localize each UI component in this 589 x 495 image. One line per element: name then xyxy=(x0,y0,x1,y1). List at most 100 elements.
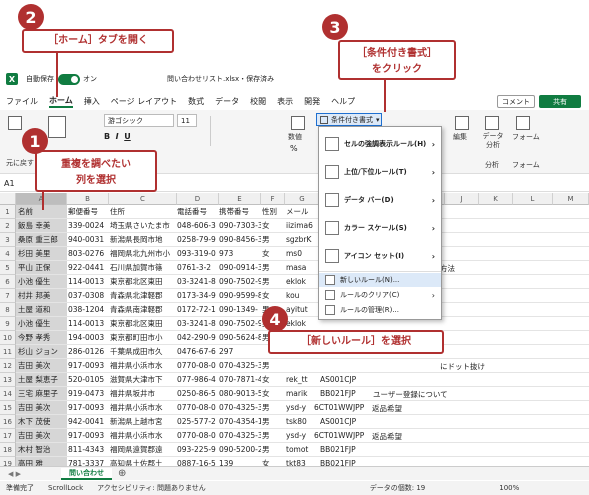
cell-c[interactable]: 福井県坂井市 xyxy=(110,387,176,400)
cell-a[interactable]: 杉田 美里 xyxy=(18,247,66,260)
share-button[interactable]: 共有 xyxy=(539,95,581,108)
cell-e[interactable]: 070-4325-3 xyxy=(219,401,261,414)
undo-icon[interactable] xyxy=(8,116,22,130)
col-header-j[interactable]: J xyxy=(445,193,479,205)
tab-file[interactable]: ファイル xyxy=(6,96,38,107)
col-header-d[interactable]: D xyxy=(177,193,219,205)
cell-b[interactable]: 037-0308 xyxy=(68,289,110,302)
cell-f[interactable]: 男 xyxy=(262,429,284,442)
tab-developer[interactable]: 開発 xyxy=(304,96,320,107)
cell-f[interactable]: 男 xyxy=(262,359,284,372)
row-header[interactable]: 15 xyxy=(0,401,16,415)
cell-f[interactable]: 性別 xyxy=(262,205,284,218)
cell-a[interactable]: 桑原 重三郎 xyxy=(18,233,66,246)
cell-c[interactable]: 千葉県成田市久 xyxy=(110,345,176,358)
row-header[interactable]: 13 xyxy=(0,373,16,387)
cell-f[interactable]: 女 xyxy=(262,373,284,386)
cell-b[interactable]: 194-0003 xyxy=(68,331,110,344)
corner-cell[interactable] xyxy=(0,193,16,205)
cell-c[interactable]: 新潟県長岡市地 xyxy=(110,233,176,246)
col-header-f[interactable]: F xyxy=(261,193,285,205)
row-header[interactable]: 3 xyxy=(0,233,16,247)
cell-e[interactable]: 090-1349- xyxy=(219,303,261,316)
cell-e[interactable]: 090-0914-3 xyxy=(219,261,261,274)
cell-a[interactable]: 村井 邦美 xyxy=(18,289,66,302)
tab-insert[interactable]: 挿入 xyxy=(84,96,100,107)
cell-d[interactable]: 0770-08-0 xyxy=(177,359,219,372)
cell-c[interactable]: 新潟県上越市宮 xyxy=(110,415,176,428)
cell-c[interactable]: 福井県小浜市水 xyxy=(110,429,176,442)
menu-item-data-bars[interactable]: データ バー(D) › xyxy=(319,189,441,211)
cell-e[interactable]: 297 xyxy=(219,345,261,358)
menu-item-manage-rules[interactable]: ルールの管理(R)... xyxy=(319,303,441,317)
cell-a[interactable]: 吉田 美次 xyxy=(18,359,66,372)
cell-b[interactable]: 917-0093 xyxy=(68,429,110,442)
cell-b[interactable]: 郵便番号 xyxy=(68,205,110,218)
percent-icon[interactable] xyxy=(291,116,305,130)
cell-a[interactable]: 吉田 美次 xyxy=(18,429,66,442)
cell-c[interactable]: 東京都町田市小 xyxy=(110,331,176,344)
form-icon[interactable] xyxy=(516,116,530,130)
cell-e[interactable]: 090-5624-8 xyxy=(219,331,261,344)
cell-b[interactable]: 942-0041 xyxy=(68,415,110,428)
cell-d[interactable]: 0250-86-5 xyxy=(177,387,219,400)
cell-e[interactable]: 973 xyxy=(219,247,261,260)
cell-f[interactable]: 男 xyxy=(262,443,284,456)
cell-b[interactable]: 114-0013 xyxy=(68,317,110,330)
col-header-k[interactable]: K xyxy=(479,193,513,205)
cell-d[interactable]: 093-225-9 xyxy=(177,443,219,456)
cell-e[interactable]: 携帯番号 xyxy=(219,205,261,218)
cell-f[interactable]: 男 xyxy=(262,275,284,288)
status-accessibility[interactable]: アクセシビリティ: 問題ありません xyxy=(97,483,206,493)
row-header[interactable]: 11 xyxy=(0,345,16,359)
cell-b[interactable]: 803-0276 xyxy=(68,247,110,260)
cell-d[interactable]: 0476-67-6 xyxy=(177,345,219,358)
cell-a[interactable]: 小池 優生 xyxy=(18,317,66,330)
cell-e[interactable]: 070-4354-1 xyxy=(219,415,261,428)
paste-icon[interactable] xyxy=(48,116,66,138)
cell-a[interactable]: 今野 孝秀 xyxy=(18,331,66,344)
cell-b[interactable]: 922-0441 xyxy=(68,261,110,274)
cell-d[interactable]: 0770-08-0 xyxy=(177,429,219,442)
edit-icon[interactable] xyxy=(455,116,469,130)
cell-b[interactable]: 339-0024 xyxy=(68,219,110,232)
cell-f[interactable]: 女 xyxy=(262,289,284,302)
cell-a[interactable]: 杉山 ジョン xyxy=(18,345,66,358)
cell-b[interactable]: 940-0031 xyxy=(68,233,110,246)
sheet-nav-icon[interactable]: ◀ ▶ xyxy=(8,470,21,478)
cell-f[interactable]: 女 xyxy=(262,219,284,232)
row-header[interactable]: 17 xyxy=(0,429,16,443)
cell-a[interactable]: 木下 茂使 xyxy=(18,415,66,428)
name-box[interactable]: A1 xyxy=(4,179,15,188)
conditional-format-button[interactable]: 条件付き書式 ▾ xyxy=(316,113,382,126)
cell-b[interactable]: 520-0105 xyxy=(68,373,110,386)
cell-a[interactable]: 平山 正保 xyxy=(18,261,66,274)
tab-data[interactable]: データ xyxy=(215,96,239,107)
tab-formulas[interactable]: 数式 xyxy=(188,96,204,107)
col-header-c[interactable]: C xyxy=(109,193,177,205)
cell-e[interactable]: 090-7502-9 xyxy=(219,275,261,288)
cell-b[interactable]: 919-0473 xyxy=(68,387,110,400)
row-header[interactable]: 12 xyxy=(0,359,16,373)
row-header[interactable]: 14 xyxy=(0,387,16,401)
tab-view[interactable]: 表示 xyxy=(277,96,293,107)
row-header[interactable]: 1 xyxy=(0,205,16,219)
cell-d[interactable]: 0173-34-9 xyxy=(177,289,219,302)
cell-c[interactable]: 青森県北津軽郡 xyxy=(110,289,176,302)
cell-d[interactable]: 0761-3-2 xyxy=(177,261,219,274)
cell-c[interactable]: 福岡県遠賀郡遠 xyxy=(110,443,176,456)
cell-c[interactable]: 埼玉県さいたま市 xyxy=(110,219,176,232)
cell-c[interactable]: 滋賀県大津市下 xyxy=(110,373,176,386)
cell-d[interactable]: 03-3241-8 xyxy=(177,317,219,330)
cell-a[interactable]: 木村 智治 xyxy=(18,443,66,456)
cell-c[interactable]: 福岡県北九州市小 xyxy=(110,247,176,260)
font-name-select[interactable]: 游ゴシック xyxy=(104,114,174,127)
data-analysis-icon[interactable] xyxy=(485,116,499,130)
row-header[interactable]: 16 xyxy=(0,415,16,429)
cell-e[interactable]: 070-4325-3 xyxy=(219,359,261,372)
row-header[interactable]: 10 xyxy=(0,331,16,345)
sheet-tab-inquiries[interactable]: 問い合わせ xyxy=(61,467,112,480)
row-header[interactable]: 9 xyxy=(0,317,16,331)
cell-a[interactable]: 三宅 麻里子 xyxy=(18,387,66,400)
col-header-e[interactable]: E xyxy=(219,193,261,205)
